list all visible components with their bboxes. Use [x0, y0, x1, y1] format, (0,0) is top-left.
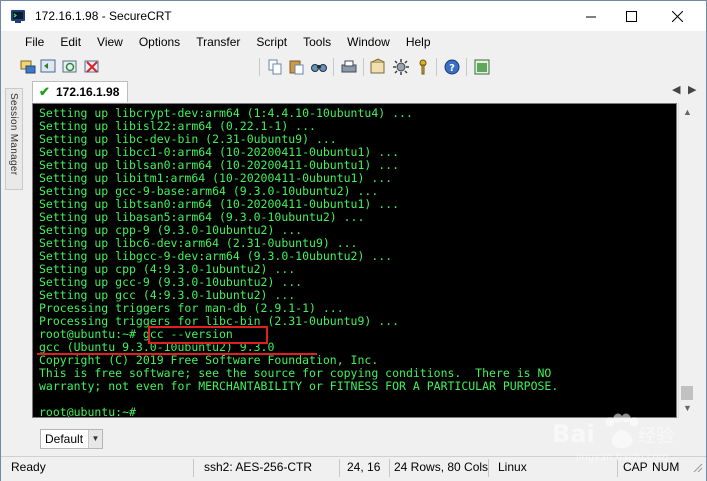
copy-icon[interactable]: [266, 58, 284, 76]
securecrt-app-icon: [11, 10, 25, 23]
minimize-icon: [585, 16, 596, 17]
status-separator: [389, 459, 390, 477]
quick-connect-icon[interactable]: [39, 58, 57, 76]
title-bar[interactable]: 172.16.1.98 - SecureCRT: [1, 1, 706, 31]
menu-window[interactable]: Window: [339, 32, 398, 53]
menu-options[interactable]: Options: [131, 32, 188, 53]
session-manager-panel[interactable]: Session Manager: [5, 88, 23, 190]
close-icon: [671, 10, 683, 22]
button-bar-select[interactable]: Default ▼: [40, 429, 103, 449]
svg-text:?: ?: [449, 63, 455, 74]
tab-session[interactable]: ✔ 172.16.1.98: [32, 81, 128, 102]
status-separator: [488, 459, 489, 477]
reconnect-icon[interactable]: [61, 58, 79, 76]
resize-grip-icon[interactable]: [693, 463, 703, 473]
terminal-line: warranty; not even for MERCHANTABILITY o…: [39, 379, 559, 393]
keymap-icon[interactable]: [414, 58, 432, 76]
baidu-watermark-icon: Bai 经验 jingyan.baidu.com: [552, 413, 674, 463]
status-separator: [339, 459, 340, 477]
toolbar-separator: [259, 58, 260, 76]
help-icon[interactable]: ?: [443, 58, 461, 76]
version-underline: [37, 353, 317, 355]
terminal-lines: Setting up libcrypt-dev:arm64 (1:4.4.10-…: [39, 107, 558, 418]
connected-check-icon: ✔: [39, 84, 50, 99]
paste-icon[interactable]: [288, 58, 306, 76]
status-cipher: ssh2: AES-256-CTR: [204, 460, 313, 474]
dropdown-arrow-icon[interactable]: ▼: [88, 430, 102, 448]
global-options-icon[interactable]: [392, 58, 410, 76]
menu-view[interactable]: View: [89, 32, 131, 53]
print-icon[interactable]: [340, 58, 358, 76]
toolbar-separator: [333, 58, 334, 76]
menu-transfer[interactable]: Transfer: [188, 32, 248, 53]
tab-scroll-left-icon[interactable]: ◀: [672, 83, 680, 96]
securecrt-window: 172.16.1.98 - SecureCRT File Edit View O…: [0, 0, 707, 481]
toolbar-separator: [466, 58, 467, 76]
svg-text:jingyan.baidu.com: jingyan.baidu.com: [575, 452, 668, 463]
tab-scroll-right-icon[interactable]: ▶: [688, 83, 696, 96]
toolbar-separator: [436, 58, 437, 76]
menu-script[interactable]: Script: [248, 32, 295, 53]
new-window-icon[interactable]: [473, 58, 491, 76]
close-button[interactable]: [654, 1, 700, 31]
tab-bar: ✔ 172.16.1.98 ◀ ▶: [29, 81, 706, 103]
terminal-scrollbar[interactable]: ▲ ▼: [678, 103, 695, 418]
command-highlight-box: [148, 326, 268, 344]
session-options-icon[interactable]: [369, 58, 387, 76]
scroll-thumb[interactable]: [681, 386, 693, 400]
session-manager-label: Session Manager: [8, 93, 19, 176]
toolbar: ?: [1, 54, 706, 129]
scroll-up-icon[interactable]: ▲: [683, 107, 692, 117]
tab-label: 172.16.1.98: [56, 85, 120, 99]
status-os: Linux: [498, 460, 527, 474]
status-separator: [193, 459, 194, 477]
terminal-line: root@ubuntu:~#: [39, 405, 136, 418]
status-cursor-position: 24, 16: [347, 460, 381, 474]
menu-file[interactable]: File: [17, 32, 52, 53]
menu-bar: File Edit View Options Transfer Script T…: [1, 32, 706, 53]
status-ready: Ready: [11, 460, 46, 474]
button-bar-select-value: Default: [45, 432, 84, 446]
svg-text:经验: 经验: [638, 426, 674, 447]
disconnect-icon[interactable]: [83, 58, 101, 76]
find-icon[interactable]: [310, 58, 328, 76]
menu-help[interactable]: Help: [398, 32, 439, 53]
terminal-screen[interactable]: Setting up libcrypt-dev:arm64 (1:4.4.10-…: [32, 103, 677, 418]
menu-edit[interactable]: Edit: [52, 32, 89, 53]
menu-tools[interactable]: Tools: [295, 32, 339, 53]
maximize-button[interactable]: [608, 1, 654, 31]
window-title: 172.16.1.98 - SecureCRT: [35, 9, 172, 23]
toolbar-separator: [363, 58, 364, 76]
svg-text:Bai: Bai: [552, 420, 595, 448]
maximize-icon: [625, 10, 637, 22]
connect-icon[interactable]: [19, 58, 37, 76]
status-terminal-size: 24 Rows, 80 Cols: [394, 460, 489, 474]
